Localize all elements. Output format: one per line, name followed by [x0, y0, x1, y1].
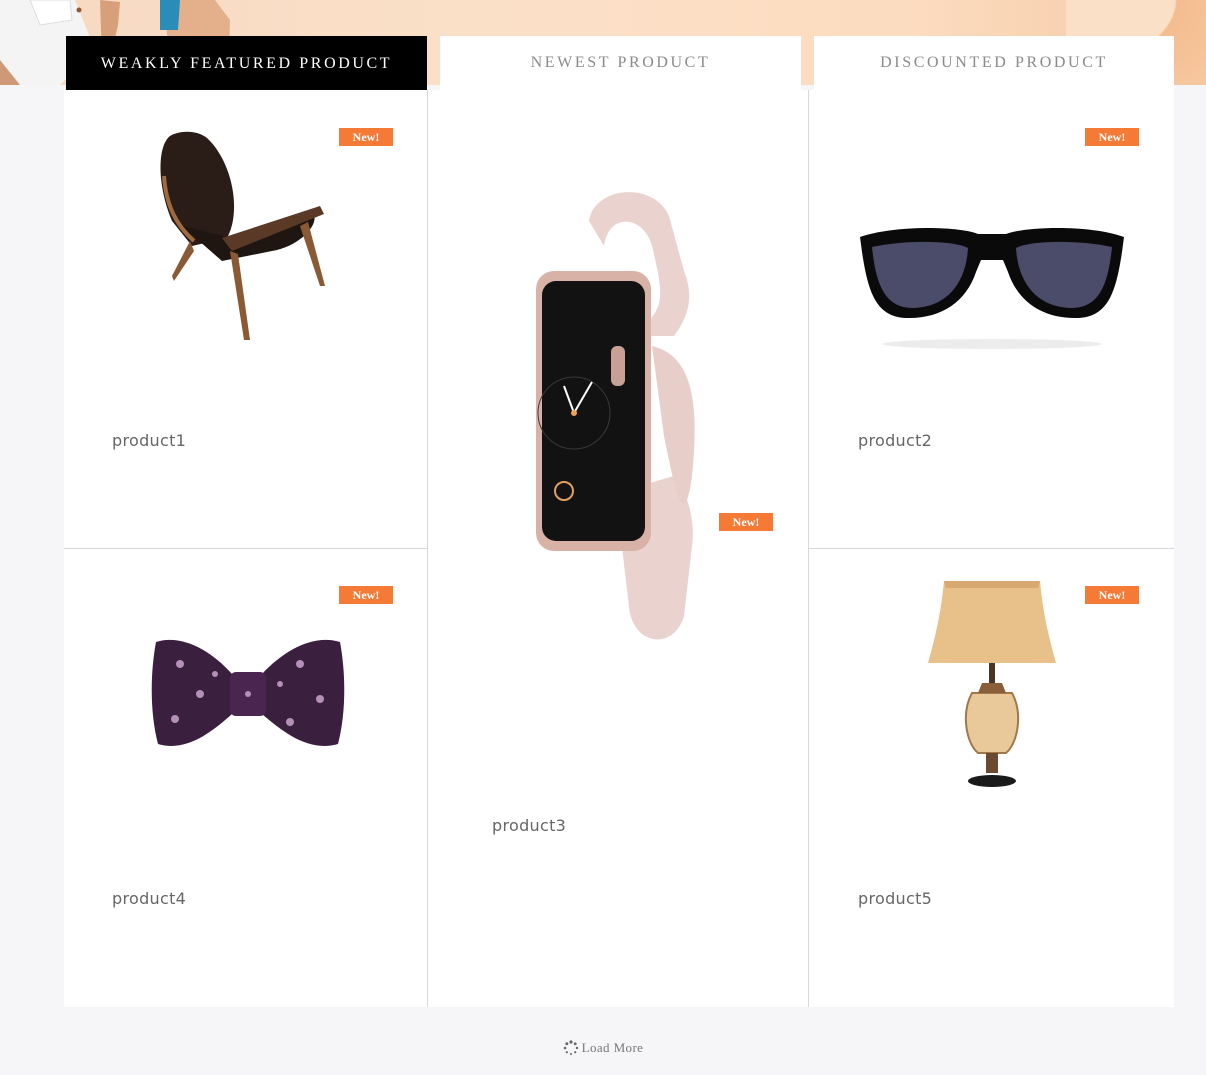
smartwatch-image [536, 192, 695, 640]
new-badge: New! [1085, 586, 1139, 604]
product-name[interactable]: product4 [112, 889, 186, 908]
product-card[interactable]: New! product5 [809, 549, 1174, 1007]
new-badge: New! [719, 513, 773, 531]
loading-spinner-icon [563, 1040, 578, 1055]
product-name[interactable]: product1 [112, 431, 186, 450]
product-card[interactable]: New! product4 [64, 549, 428, 1007]
product-name[interactable]: product5 [858, 889, 932, 908]
tab-newest[interactable]: NEWEST PRODUCT [440, 36, 801, 91]
product-card[interactable]: New! product2 [809, 90, 1174, 549]
load-more-label[interactable]: Load More [582, 1040, 644, 1056]
product-card[interactable]: New! product1 [64, 90, 428, 549]
bow-tie-image [151, 639, 345, 746]
table-lamp-image [928, 581, 1056, 787]
sunglasses-image [860, 228, 1124, 349]
new-badge: New! [339, 128, 393, 146]
product-name[interactable]: product2 [858, 431, 932, 450]
product-card[interactable]: New! product3 [428, 90, 809, 1007]
product-grid: New! product1 New! product3 New! product… [64, 90, 1174, 1007]
new-badge: New! [1085, 128, 1139, 146]
new-badge: New! [339, 586, 393, 604]
tab-weakly-featured[interactable]: WEAKLY FEATURED PRODUCT [66, 36, 427, 91]
load-more-button[interactable]: Load More [0, 1040, 1206, 1056]
product-name[interactable]: product3 [492, 816, 566, 835]
tab-discounted[interactable]: DISCOUNTED PRODUCT [814, 36, 1174, 91]
lounge-chair-image [160, 131, 325, 340]
